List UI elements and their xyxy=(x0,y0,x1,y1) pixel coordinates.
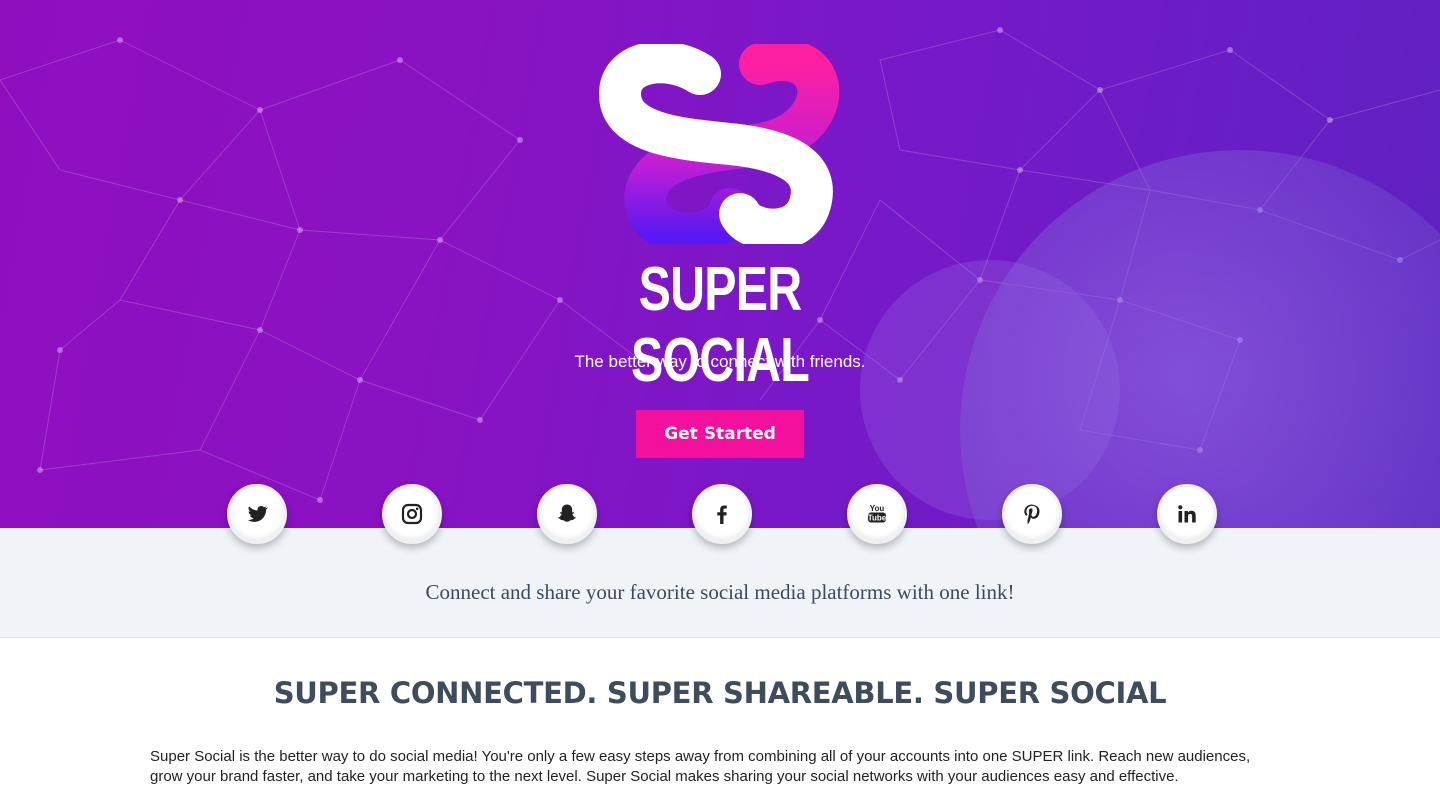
youtube-button[interactable]: You Tube xyxy=(847,484,907,544)
youtube-icon: You Tube xyxy=(868,504,887,523)
svg-text:Tube: Tube xyxy=(868,514,887,523)
super-social-logo xyxy=(598,44,840,244)
snapchat-button[interactable] xyxy=(537,484,597,544)
snapchat-icon xyxy=(558,504,576,522)
linkedin-icon xyxy=(1178,505,1196,523)
svg-text:You: You xyxy=(870,504,885,513)
hero-section: SUPER SOCIAL The better way to connect w… xyxy=(0,0,1440,528)
facebook-icon xyxy=(717,505,727,524)
brand-title: SUPER SOCIAL xyxy=(630,255,810,395)
pinterest-icon xyxy=(1024,504,1040,525)
tagline: The better way to connect with friends. xyxy=(574,352,866,371)
linkedin-button[interactable] xyxy=(1157,484,1217,544)
intro-text: Connect and share your favorite social m… xyxy=(425,580,1015,604)
pinterest-button[interactable] xyxy=(1002,484,1062,544)
main-headline: SUPER CONNECTED. SUPER SHAREABLE. SUPER … xyxy=(273,676,1167,710)
social-buttons-row: You Tube xyxy=(0,484,1440,548)
twitter-button[interactable] xyxy=(227,484,287,544)
instagram-icon xyxy=(401,503,423,525)
facebook-button[interactable] xyxy=(692,484,752,544)
instagram-button[interactable] xyxy=(382,484,442,544)
twitter-icon xyxy=(247,506,269,522)
main-body-text: Super Social is the better way to do soc… xyxy=(150,748,1251,785)
get-started-button[interactable]: Get Started xyxy=(636,410,804,458)
